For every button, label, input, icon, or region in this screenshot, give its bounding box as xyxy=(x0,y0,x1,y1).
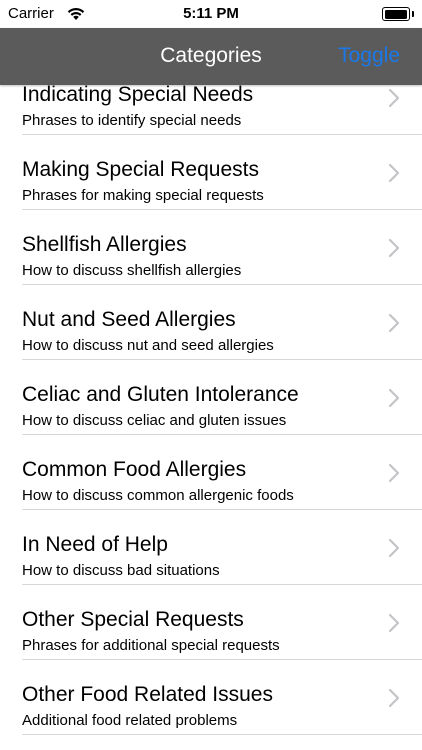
list-item-title: Other Special Requests xyxy=(22,608,244,631)
chevron-right-icon xyxy=(388,388,400,408)
list-item-subtitle: Additional food related problems xyxy=(22,712,238,729)
chevron-right-icon xyxy=(388,688,400,708)
list-item-title: In Need of Help xyxy=(22,533,168,556)
list-item-subtitle: How to discuss nut and seed allergies xyxy=(22,337,274,354)
list-item-subtitle: Phrases for making special requests xyxy=(22,187,264,204)
chevron-right-icon xyxy=(388,613,400,633)
list-item-title: Shellfish Allergies xyxy=(22,233,187,256)
list-item-subtitle: How to discuss shellfish allergies xyxy=(22,262,242,279)
list-item-subtitle: How to discuss common allergenic foods xyxy=(22,487,294,504)
list-item-subtitle: Phrases to identify special needs xyxy=(22,112,242,129)
navigation-bar: Categories Toggle xyxy=(0,28,422,85)
list-item[interactable]: Shellfish Allergies How to discuss shellf… xyxy=(0,210,422,285)
list-bottom-separator xyxy=(22,734,422,735)
chevron-right-icon xyxy=(388,163,400,183)
list-item-title: Making Special Requests xyxy=(22,158,259,181)
list-item[interactable]: Other Food Related Issues Additional food… xyxy=(0,660,422,735)
toggle-button[interactable]: Toggle xyxy=(338,44,400,68)
list-item-subtitle: Phrases for additional special requests xyxy=(22,637,280,654)
battery-icon xyxy=(382,7,414,21)
list-item-subtitle: How to discuss bad situations xyxy=(22,562,220,579)
chevron-right-icon xyxy=(388,538,400,558)
chevron-right-icon xyxy=(388,238,400,258)
status-time: 5:11 PM xyxy=(183,5,239,22)
category-list[interactable]: Indicating Special Needs Phrases to ident… xyxy=(0,60,422,735)
list-item[interactable]: Celiac and Gluten Intolerance How to disc… xyxy=(0,360,422,435)
chevron-right-icon xyxy=(388,88,400,108)
list-item-title: Indicating Special Needs xyxy=(22,83,254,106)
list-item[interactable]: Nut and Seed Allergies How to discuss nut… xyxy=(0,285,422,360)
list-item-subtitle: How to discuss celiac and gluten issues xyxy=(22,412,287,429)
chevron-right-icon xyxy=(388,463,400,483)
list-item-title: Other Food Related Issues xyxy=(22,683,273,706)
list-item-title: Nut and Seed Allergies xyxy=(22,308,236,331)
list-item[interactable]: In Need of Help How to discuss bad situat… xyxy=(0,510,422,585)
chevron-right-icon xyxy=(388,313,400,333)
list-item-title: Celiac and Gluten Intolerance xyxy=(22,383,299,406)
list-item[interactable]: Making Special Requests Phrases for makin… xyxy=(0,135,422,210)
list-item[interactable]: Common Food Allergies How to discuss comm… xyxy=(0,435,422,510)
status-bar: Carrier 5:11 PM xyxy=(0,0,422,28)
list-item[interactable]: Other Special Requests Phrases for additi… xyxy=(0,585,422,660)
list-item-title: Common Food Allergies xyxy=(22,458,247,481)
